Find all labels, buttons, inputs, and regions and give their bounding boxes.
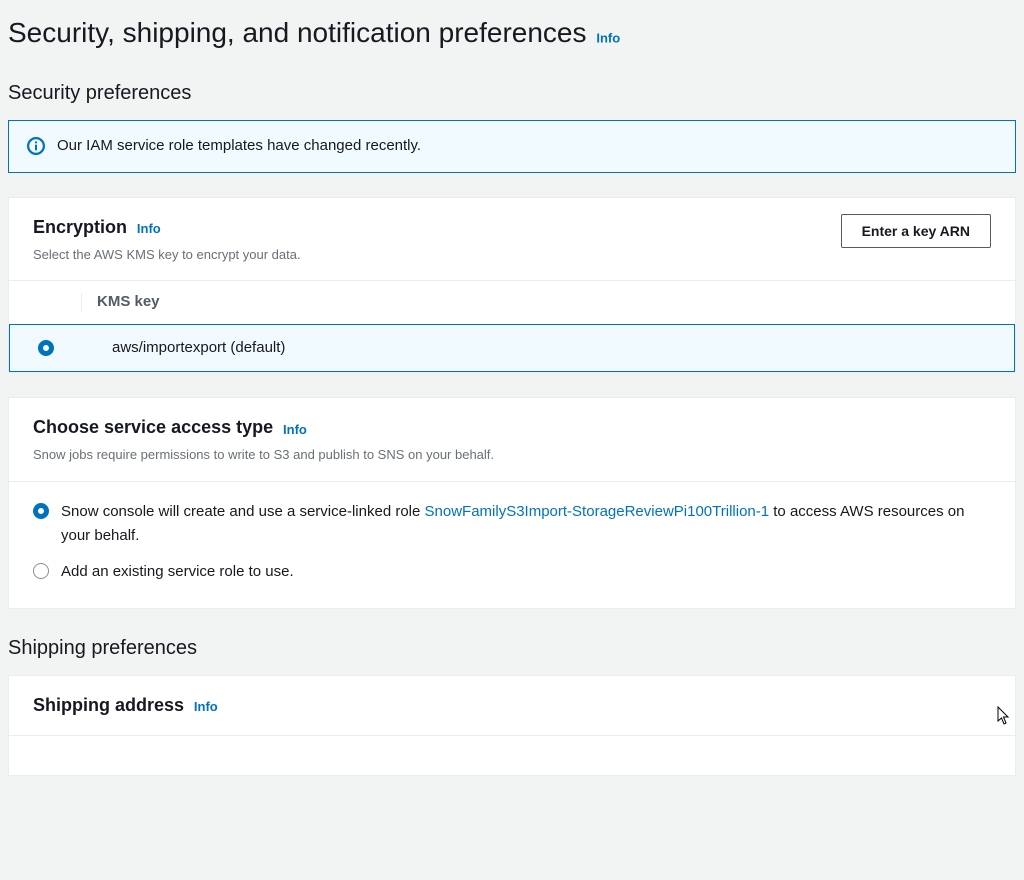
- iam-alert: Our IAM service role templates have chan…: [8, 120, 1016, 173]
- service-access-option-create[interactable]: Snow console will create and use a servi…: [33, 500, 991, 548]
- encryption-title: Encryption: [33, 217, 127, 237]
- shipping-address-panel: Shipping address Info: [8, 675, 1016, 776]
- service-access-title: Choose service access type: [33, 417, 273, 437]
- iam-alert-text: Our IAM service role templates have chan…: [57, 135, 421, 158]
- service-access-option-existing[interactable]: Add an existing service role to use.: [33, 560, 991, 584]
- encryption-panel: Encryption Info Select the AWS KMS key t…: [8, 197, 1016, 374]
- shipping-section-heading: Shipping preferences: [8, 633, 1016, 663]
- kms-table-header: KMS key: [9, 280, 1015, 324]
- security-section-heading: Security preferences: [8, 78, 1016, 108]
- kms-key-radio[interactable]: [38, 340, 54, 356]
- service-access-option-create-prefix: Snow console will create and use a servi…: [61, 503, 425, 520]
- page-info-link[interactable]: Info: [596, 31, 620, 46]
- encryption-desc: Select the AWS KMS key to encrypt your d…: [33, 245, 829, 265]
- service-access-desc: Snow jobs require permissions to write t…: [33, 445, 991, 465]
- shipping-address-info-link[interactable]: Info: [194, 699, 218, 714]
- service-linked-role-link[interactable]: SnowFamilyS3Import-StorageReviewPi100Tri…: [425, 503, 770, 520]
- kms-key-row[interactable]: aws/importexport (default): [9, 324, 1015, 373]
- kms-key-column-header: KMS key: [97, 293, 160, 310]
- page-title: Security, shipping, and notification pre…: [8, 17, 586, 48]
- service-access-option-existing-radio[interactable]: [33, 563, 49, 579]
- service-access-option-existing-label: Add an existing service role to use.: [61, 560, 294, 584]
- kms-key-label: aws/importexport (default): [86, 337, 285, 360]
- enter-key-arn-button[interactable]: Enter a key ARN: [841, 214, 991, 248]
- info-icon: [27, 137, 45, 155]
- service-access-panel: Choose service access type Info Snow job…: [8, 397, 1016, 609]
- cursor-icon: [996, 706, 1010, 726]
- service-access-option-create-radio[interactable]: [33, 503, 49, 519]
- shipping-address-title: Shipping address: [33, 695, 184, 715]
- service-access-info-link[interactable]: Info: [283, 422, 307, 437]
- encryption-info-link[interactable]: Info: [137, 221, 161, 236]
